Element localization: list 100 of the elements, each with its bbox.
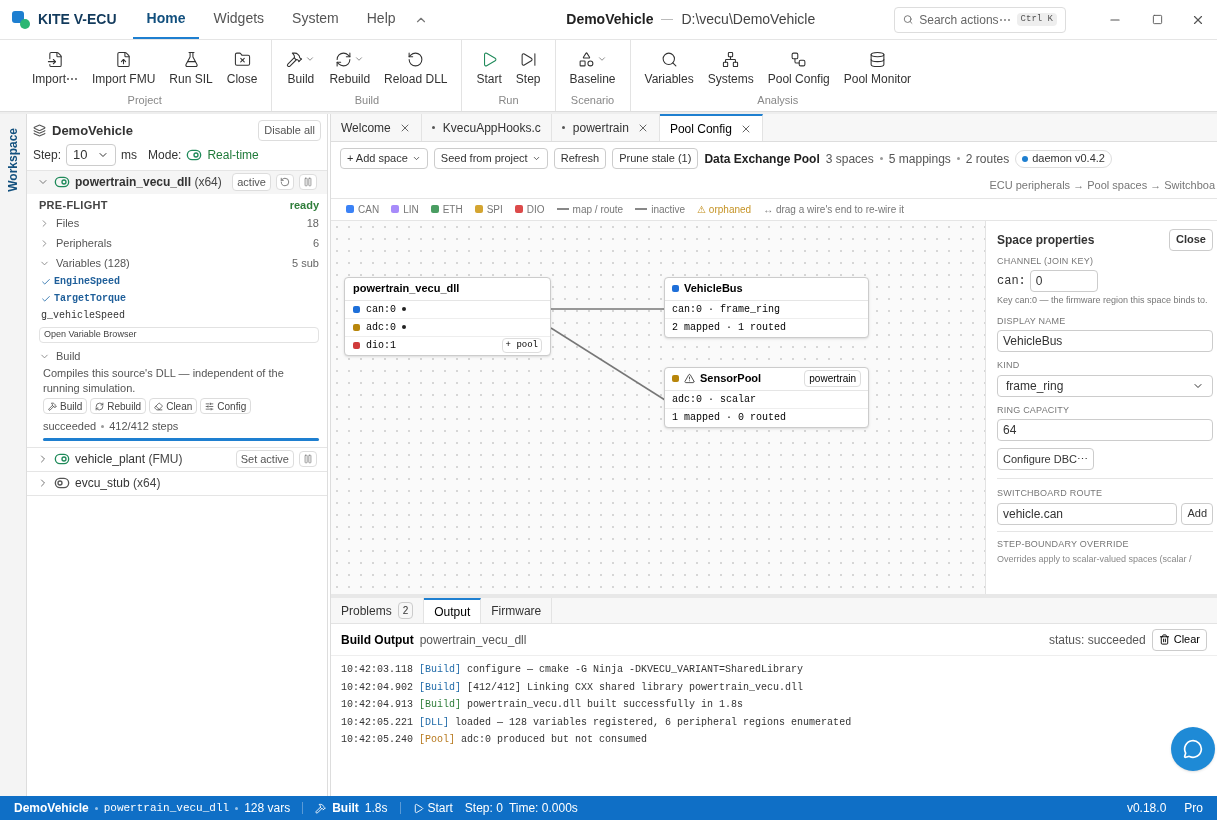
source-node[interactable]: powertrain_vecu_dll can:0 adc:0 dio:1 + pool	[344, 276, 551, 356]
mode-value: Real-time	[207, 146, 259, 164]
build-action-button[interactable]: Rebuild	[90, 398, 147, 414]
ribbon-button[interactable]: Pool Config	[761, 46, 836, 90]
reload-button[interactable]	[276, 174, 294, 190]
output-status: status: succeeded	[1048, 631, 1146, 649]
network-icon	[722, 50, 740, 68]
build-description: Compiles this source's DLL — independent of the running simulation.	[42, 366, 285, 396]
maximize-icon[interactable]	[1152, 14, 1163, 25]
ribbon-button[interactable]: Pool Monitor	[837, 46, 918, 90]
route-field[interactable]: vehicle.can	[997, 502, 1178, 525]
editor-tab[interactable]: Welcome	[331, 114, 422, 141]
channel-hint: Key can:0 — the firmware region this space binds to.	[997, 294, 1209, 307]
toolbar-button[interactable]: Prune stale (1)	[612, 148, 699, 169]
space-detail: adc:0 · scalar	[665, 390, 868, 409]
ribbon-button[interactable]: Build	[280, 46, 322, 90]
flow-description: ECU peripherals → Pool spaces → Switchboa	[989, 178, 1215, 193]
ribbon-button[interactable]: Rebuild	[323, 46, 377, 90]
space-node[interactable]: SensorPool powertrain adc:0 · scalar 1 mapped · 0 routed	[664, 366, 869, 428]
trash-icon	[1158, 634, 1170, 645]
space-node[interactable]: VehicleBus can:0 · frame_ring 2 mapped · 1 routed	[664, 276, 869, 338]
source-status-button[interactable]: Set active	[235, 449, 294, 469]
legend-label: CAN	[358, 202, 380, 217]
shapes-icon	[578, 50, 596, 68]
toolbar-button[interactable]: Seed from project	[433, 148, 548, 169]
editor-tab[interactable]: powertrain	[551, 114, 660, 141]
menu-tab[interactable]: Widgets	[199, 0, 279, 39]
editor-tab[interactable]: Pool Config	[659, 114, 763, 141]
toggle-icon[interactable]	[54, 174, 70, 190]
pause-button[interactable]	[299, 451, 317, 467]
step-unit: ms	[121, 146, 138, 164]
start-button[interactable]: Start	[412, 799, 453, 817]
source-name[interactable]: powertrain_vecu_dll (x64)	[75, 173, 228, 191]
add-to-pool-button[interactable]: + pool	[501, 337, 542, 354]
status-edition: Pro	[1184, 800, 1203, 817]
ribbon-button[interactable]: Close	[220, 46, 264, 90]
workspace-tab[interactable]: Workspace	[4, 128, 22, 192]
editor-tab[interactable]: KvecuAppHooks.c	[421, 114, 552, 141]
source-name[interactable]: evcu_stub (x64)	[75, 474, 317, 492]
legend-label: DIO	[526, 202, 545, 217]
build-action-button[interactable]: Config	[200, 398, 252, 414]
app-name: KITE V-ECU	[38, 10, 117, 29]
source-status-button[interactable]: active	[232, 172, 271, 192]
field-label: CHANNEL (JOIN KEY)	[997, 254, 1095, 268]
configure-dbc-button[interactable]: Configure DBC⋯	[997, 448, 1094, 470]
variable-name[interactable]: g_vehicleSpeed	[41, 308, 125, 323]
section-label[interactable]: Peripherals	[56, 234, 307, 252]
ribbon-button[interactable]: Import⋯	[26, 46, 84, 90]
open-variable-browser-button[interactable]: Open Variable Browser	[39, 327, 319, 343]
section-label[interactable]: Files	[56, 214, 301, 232]
add-route-button[interactable]: Add	[1181, 502, 1213, 525]
menu-tab[interactable]: System	[278, 0, 353, 39]
layers-icon	[33, 123, 46, 137]
menu-tab[interactable]: Help	[352, 0, 410, 39]
search-field[interactable]: Search actions⋯ Ctrl K	[894, 6, 1066, 33]
step-select[interactable]: 10	[66, 143, 117, 166]
source-name[interactable]: vehicle_plant (FMU)	[75, 450, 231, 468]
variable-name[interactable]: TargetTorque	[54, 291, 126, 306]
space-name: VehicleBus	[684, 281, 744, 297]
disable-all-button[interactable]: Disable all	[258, 120, 321, 141]
toggle-icon[interactable]	[54, 451, 70, 467]
flask-icon	[182, 50, 200, 68]
channel-field[interactable]: 0	[1029, 270, 1098, 292]
panel-tab[interactable]: Firmware	[481, 598, 553, 623]
solid-line-icon	[556, 208, 569, 210]
ribbon-button[interactable]: Import FMU	[86, 46, 162, 90]
ribbon-button[interactable]: Run SIL	[163, 46, 219, 90]
pause-icon	[303, 454, 313, 464]
ribbon-button[interactable]: Variables	[638, 46, 700, 90]
display-name-field[interactable]: VehicleBus	[997, 330, 1213, 352]
kind-select[interactable]: frame_ring	[997, 374, 1213, 397]
chat-button[interactable]	[1171, 727, 1215, 771]
refresh-icon	[95, 401, 105, 411]
toolbar-button[interactable]: Refresh	[553, 148, 607, 169]
status-step: Step: 0	[464, 799, 503, 817]
ring-capacity-field[interactable]: 64	[997, 419, 1213, 441]
ribbon-button[interactable]: Systems	[701, 46, 760, 90]
build-action-button[interactable]: Build	[43, 398, 88, 414]
panel-tab[interactable]: Output	[424, 598, 482, 623]
section-count: 6	[312, 235, 319, 251]
ribbon-button[interactable]: Start	[470, 46, 508, 90]
legend-label: LIN	[403, 202, 419, 217]
section-label[interactable]: Build	[56, 347, 81, 365]
database-icon	[868, 50, 886, 68]
tab-label: KvecuAppHooks.c	[442, 119, 541, 137]
tab-label: Pool Config	[669, 120, 732, 138]
toggle-icon[interactable]	[54, 475, 70, 491]
build-action-button[interactable]: Clean	[149, 398, 198, 414]
section-label[interactable]: Variables (128)	[56, 254, 287, 272]
ribbon-button[interactable]: Reload DLL	[378, 46, 454, 90]
variable-name[interactable]: EngineSpeed	[54, 274, 120, 289]
pause-button[interactable]	[299, 174, 317, 190]
reload-icon	[407, 50, 425, 68]
node-title: powertrain_vecu_dll	[345, 277, 550, 301]
ribbon-button[interactable]: Baseline	[563, 46, 622, 90]
toolbar-button[interactable]: + Add space	[340, 148, 428, 169]
ribbon-button[interactable]: Step	[509, 46, 547, 90]
close-button[interactable]: Close	[1169, 228, 1213, 251]
clear-button[interactable]: Clear	[1151, 628, 1207, 651]
step-forward-icon	[519, 50, 537, 68]
